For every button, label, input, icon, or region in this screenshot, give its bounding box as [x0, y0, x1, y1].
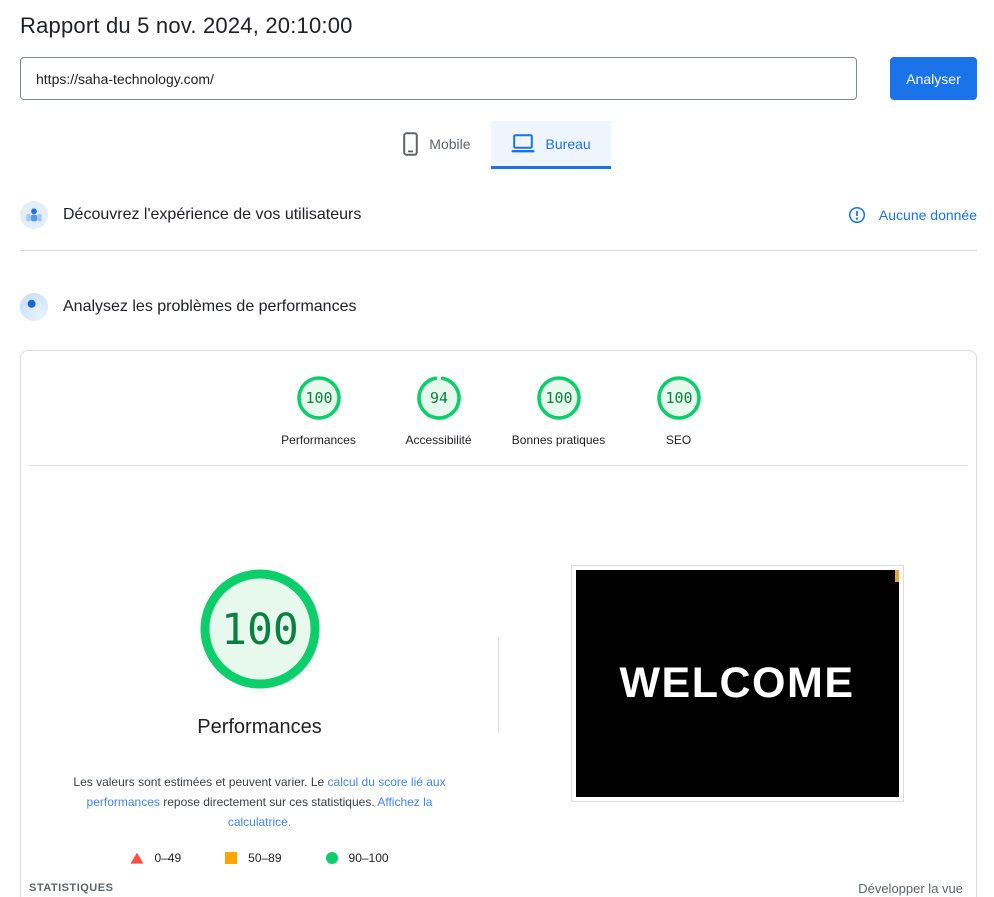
- laptop-icon: [511, 134, 535, 153]
- description-text: Les valeurs sont estimées et peuvent var…: [73, 775, 328, 790]
- legend-range: 90–100: [348, 851, 389, 866]
- legend-average: 50–89: [225, 851, 282, 866]
- svg-text:100: 100: [665, 389, 692, 407]
- score-legend: 0–49 50–89 90–100: [130, 851, 389, 866]
- description-text: repose directement sur ces statistiques.: [159, 795, 378, 810]
- lab-data-row: Analysez les problèmes de performances: [20, 251, 977, 346]
- legend-range: 0–49: [154, 851, 182, 866]
- tab-mobile-label: Mobile: [429, 135, 471, 152]
- category-gauge-seo[interactable]: 100 SEO: [619, 376, 739, 447]
- performance-score: 100: [221, 605, 299, 655]
- final-screenshot-frame: WELCOME: [570, 565, 904, 803]
- category-gauge-performances[interactable]: 100 Performances: [259, 376, 379, 447]
- average-square-icon: [225, 852, 238, 865]
- category-label: Accessibilité: [405, 433, 472, 448]
- info-icon: [848, 206, 866, 224]
- performance-description: Les valeurs sont estimées et peuvent var…: [58, 772, 462, 832]
- field-data-title: Découvrez l'expérience de vos utilisateu…: [63, 206, 362, 224]
- lab-data-title: Analysez les problèmes de performances: [63, 297, 357, 315]
- no-data-link[interactable]: Aucune donnée: [879, 207, 977, 223]
- tab-bureau[interactable]: Bureau: [490, 121, 611, 169]
- svg-text:100: 100: [545, 389, 572, 407]
- category-gauge-bonnes-pratiques[interactable]: 100 Bonnes pratiques: [499, 376, 619, 447]
- category-label: SEO: [665, 433, 692, 448]
- smartphone-icon: [403, 131, 419, 156]
- analyze-button[interactable]: Analyser: [890, 57, 977, 100]
- category-label: Bonnes pratiques: [511, 433, 606, 448]
- statistics-header: STATISTIQUES Développer la vue: [21, 879, 976, 897]
- gauge-dot-icon: [20, 292, 48, 321]
- legend-pass: 90–100: [325, 851, 389, 866]
- screenshot-scrollbar: [894, 570, 899, 583]
- column-divider: [498, 638, 499, 734]
- pass-circle-icon: [325, 852, 338, 865]
- tab-bureau-label: Bureau: [545, 135, 591, 152]
- lighthouse-report-card: 100 Performances 94 Accessibilité 100 Bonnes …: [20, 350, 977, 897]
- legend-range: 50–89: [248, 851, 282, 866]
- screenshot-panel: WELCOME: [498, 466, 976, 865]
- performance-gauge: 100: [200, 569, 319, 689]
- screenshot-welcome-text: WELCOME: [619, 659, 855, 708]
- performance-title: Performances: [197, 716, 322, 739]
- final-screenshot: WELCOME: [575, 570, 899, 798]
- url-input[interactable]: [20, 57, 857, 100]
- device-tabs: Mobile Bureau: [0, 121, 994, 169]
- url-bar: Analyser: [20, 57, 977, 100]
- expand-view-button[interactable]: Développer la vue: [858, 881, 963, 896]
- page-title: Rapport du 5 nov. 2024, 20:10:00: [20, 13, 353, 38]
- legend-fail: 0–49: [130, 851, 181, 865]
- svg-text:100: 100: [305, 389, 332, 407]
- category-label: Performances: [281, 433, 356, 448]
- field-data-status[interactable]: Aucune donnée: [848, 206, 977, 224]
- performance-columns: 100 Performances Les valeurs sont estimé…: [21, 466, 976, 865]
- field-data-row: Découvrez l'expérience de vos utilisateu…: [20, 169, 977, 251]
- statistics-label: STATISTIQUES: [29, 882, 114, 895]
- performance-summary: 100 Performances Les valeurs sont estimé…: [21, 466, 498, 865]
- users-icon: [20, 201, 48, 230]
- category-gauges: 100 Performances 94 Accessibilité 100 Bonnes …: [21, 351, 976, 447]
- tab-mobile[interactable]: Mobile: [383, 121, 490, 169]
- svg-text:94: 94: [429, 389, 447, 407]
- category-gauge-accessibilit-[interactable]: 94 Accessibilité: [379, 376, 499, 447]
